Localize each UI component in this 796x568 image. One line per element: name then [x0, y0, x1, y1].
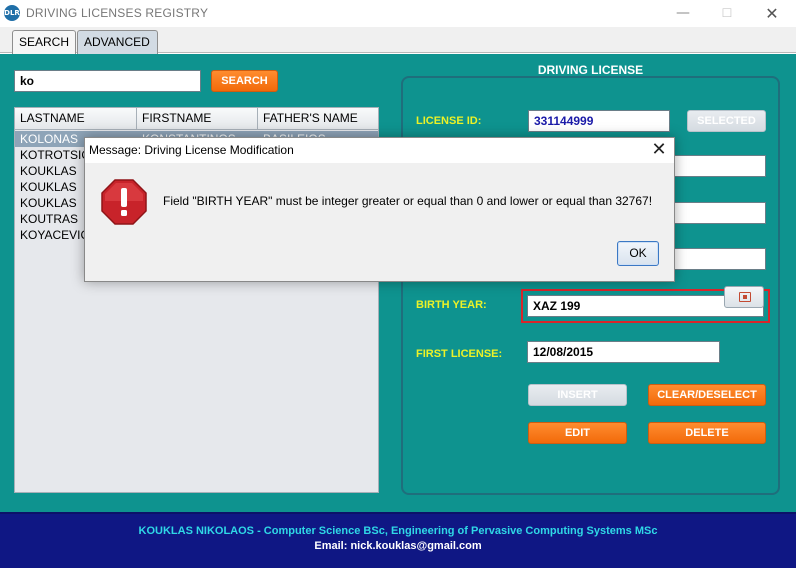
delete-button[interactable]: DELETE — [648, 422, 766, 444]
tab-strip: SEARCH ADVANCED — [0, 27, 796, 54]
maximize-button[interactable]: ☐ — [704, 0, 750, 27]
title-bar: DLR DRIVING LICENSES REGISTRY — ☐ ✕ — [0, 0, 796, 27]
minimize-button[interactable]: — — [660, 0, 706, 27]
license-id-field[interactable]: 331144999 — [528, 110, 670, 132]
first-license-label: FIRST LICENSE: — [416, 348, 503, 360]
license-id-label: LICENSE ID: — [416, 115, 482, 127]
clear-deselect-button[interactable]: CLEAR/DESELECT — [648, 384, 766, 406]
calendar-icon — [739, 292, 751, 302]
dialog-title-bar: Message: Driving License Modification ✕ — [85, 138, 674, 163]
app-logo-icon: DLR — [4, 5, 20, 21]
ok-button[interactable]: OK — [617, 241, 659, 266]
search-button[interactable]: SEARCH — [211, 70, 278, 92]
column-header-firstname[interactable]: FIRSTNAME — [137, 108, 258, 130]
footer: KOUKLAS NIKOLAOS - Computer Science BSc,… — [0, 512, 796, 568]
footer-credits: KOUKLAS NIKOLAOS - Computer Science BSc,… — [138, 525, 658, 537]
calendar-picker-button[interactable] — [724, 286, 764, 308]
birth-year-label: BIRTH YEAR: — [416, 299, 487, 311]
column-header-fathers-name[interactable]: FATHER'S NAME — [258, 108, 378, 130]
dialog-body: Field "BIRTH YEAR" must be integer great… — [85, 163, 674, 281]
footer-email: Email: nick.kouklas@gmail.com — [314, 540, 482, 552]
dialog-message: Field "BIRTH YEAR" must be integer great… — [163, 194, 653, 208]
close-window-button[interactable]: ✕ — [749, 0, 795, 27]
insert-button[interactable]: INSERT — [528, 384, 627, 406]
tab-search[interactable]: SEARCH — [12, 30, 76, 54]
search-input[interactable] — [14, 70, 201, 92]
tab-advanced[interactable]: ADVANCED — [77, 30, 158, 54]
first-license-date-field[interactable]: 12/08/2015 — [527, 341, 720, 363]
error-dialog: Message: Driving License Modification ✕ … — [84, 137, 675, 282]
table-header: LASTNAME FIRSTNAME FATHER'S NAME — [15, 108, 378, 130]
selected-button[interactable]: SELECTED — [687, 110, 766, 132]
window-title: DRIVING LICENSES REGISTRY — [26, 6, 209, 20]
error-icon — [101, 179, 147, 225]
column-header-lastname[interactable]: LASTNAME — [15, 108, 137, 130]
dialog-close-button[interactable]: ✕ — [645, 138, 673, 163]
license-panel-title: DRIVING LICENSE — [537, 63, 644, 77]
edit-button[interactable]: EDIT — [528, 422, 627, 444]
dialog-title: Message: Driving License Modification — [89, 143, 294, 157]
